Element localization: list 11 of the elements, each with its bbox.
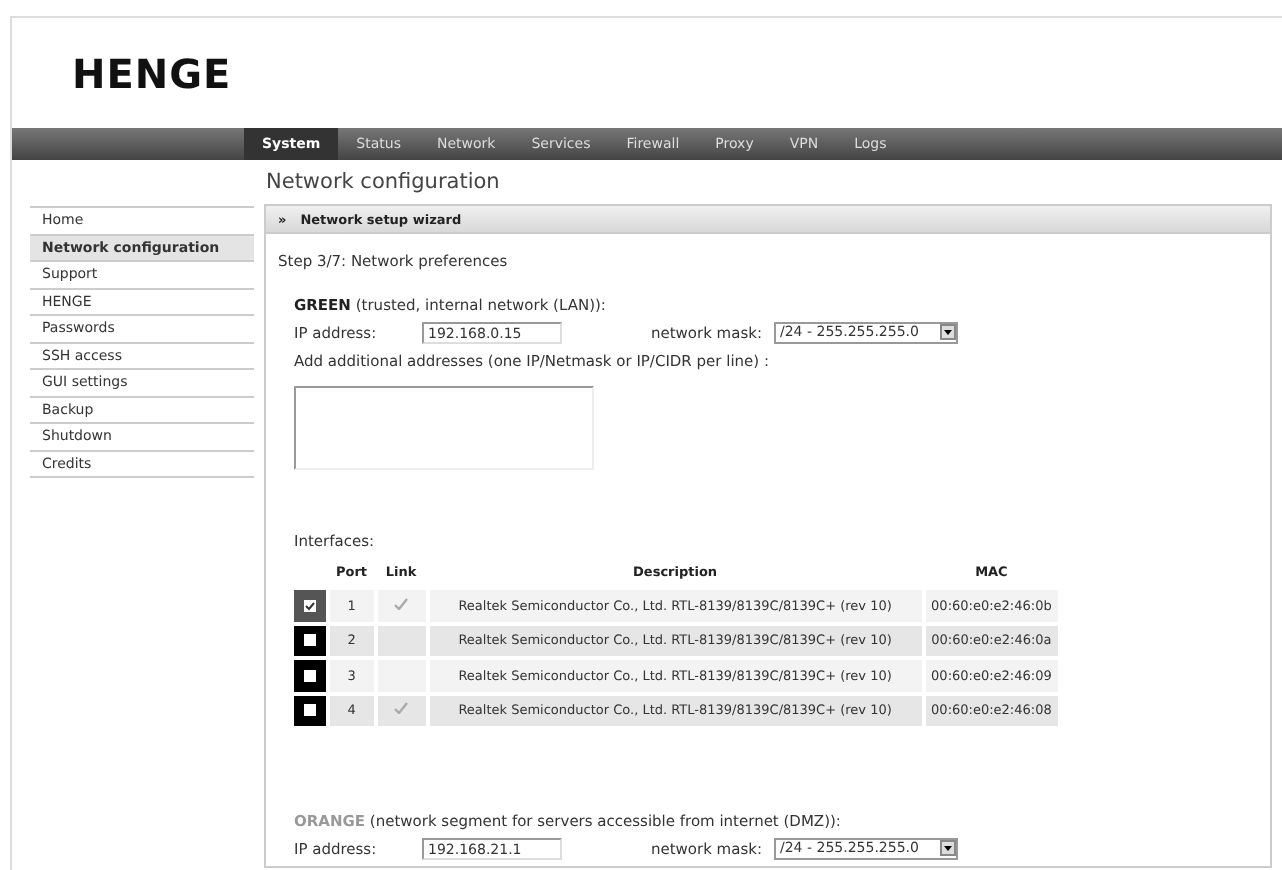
check-icon bbox=[394, 702, 409, 715]
checkbox[interactable] bbox=[304, 599, 316, 612]
additional-addresses-field[interactable] bbox=[294, 386, 594, 470]
checkbox[interactable] bbox=[304, 634, 316, 647]
checkbox[interactable] bbox=[304, 704, 316, 717]
check-icon bbox=[394, 597, 409, 610]
checkbox[interactable] bbox=[304, 669, 316, 682]
caret-icon bbox=[940, 840, 956, 856]
caret-icon bbox=[940, 324, 956, 340]
henge-logo: HENGE bbox=[70, 48, 232, 96]
page-title: Network configuration bbox=[264, 168, 500, 198]
